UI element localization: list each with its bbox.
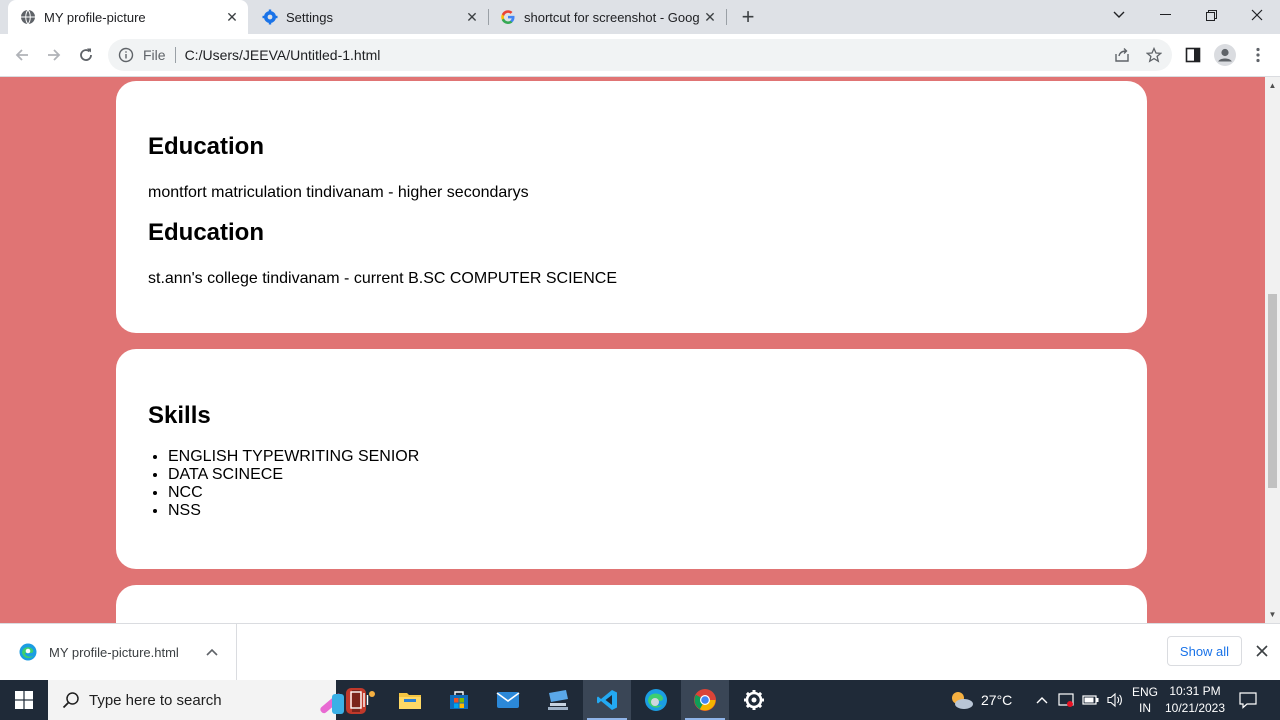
taskbar-search-box[interactable]: Type here to search: [48, 680, 375, 720]
mail-icon: [496, 692, 520, 708]
tab-title: shortcut for screenshot - Google: [524, 9, 700, 25]
vscode-button[interactable]: [583, 680, 631, 720]
windows-start-button[interactable]: [0, 680, 48, 720]
notifications-icon[interactable]: [1236, 680, 1260, 720]
security-tray-icon[interactable]: [1058, 680, 1074, 720]
close-window-button[interactable]: [1234, 0, 1280, 30]
hidden-icons-chevron-icon[interactable]: [1034, 680, 1050, 720]
gear-icon: [262, 9, 278, 25]
omnibox-separator: [174, 47, 176, 63]
skills-list: ENGLISH TYPEWRITING SENIOR DATA SCINECE …: [168, 448, 419, 520]
clock-time: 10:31 PM: [1169, 684, 1221, 698]
tab-title: Settings: [286, 9, 333, 25]
task-view-button[interactable]: [336, 680, 384, 720]
close-tab-icon[interactable]: ✕: [462, 7, 482, 27]
battery-icon[interactable]: [1082, 680, 1100, 720]
url-text[interactable]: C:/Users/JEEVA/Untitled-1.html: [185, 47, 381, 63]
weather-icon: [952, 692, 973, 709]
file-explorer-button[interactable]: [386, 680, 434, 720]
windows-logo-icon: [15, 691, 33, 709]
list-item: DATA SCINECE: [168, 466, 419, 484]
clock[interactable]: 10:31 PM 10/21/2023: [1162, 680, 1228, 720]
share-icon[interactable]: [1113, 46, 1131, 64]
search-icon: [62, 692, 79, 709]
store-button[interactable]: [435, 680, 483, 720]
download-file-name: MY profile-picture.html: [49, 644, 179, 660]
settings-button[interactable]: [730, 680, 778, 720]
list-item: NSS: [168, 502, 419, 520]
task-view-icon: [350, 691, 369, 709]
tab-my-profile-picture[interactable]: MY profile-picture ✕: [8, 0, 248, 34]
download-shelf: MY profile-picture.html Show all: [0, 623, 1280, 680]
edge-button[interactable]: [632, 680, 680, 720]
next-card: [116, 585, 1147, 623]
folder-icon: [399, 693, 421, 709]
profile-avatar-icon[interactable]: [1213, 43, 1237, 67]
clock-date: 10/21/2023: [1164, 701, 1226, 715]
section-heading: Education: [148, 219, 265, 246]
chevron-up-icon[interactable]: [202, 645, 222, 659]
edge-icon: [645, 689, 667, 711]
section-heading: Skills: [148, 402, 211, 429]
page-scrollbar[interactable]: ▲ ▼: [1265, 77, 1280, 623]
tab-separator: [726, 9, 727, 25]
list-item: NCC: [168, 484, 419, 502]
weather-widget[interactable]: 27°C: [948, 680, 1012, 720]
google-icon: [500, 9, 516, 25]
search-placeholder: Type here to search: [89, 691, 222, 709]
scroll-down-icon[interactable]: ▼: [1268, 610, 1277, 619]
side-panel-icon[interactable]: [1181, 43, 1205, 67]
scroll-up-icon[interactable]: ▲: [1268, 81, 1277, 90]
gear-icon: [744, 690, 764, 710]
restore-button[interactable]: [1188, 0, 1234, 30]
section-heading: Education: [148, 133, 265, 160]
download-item[interactable]: MY profile-picture.html: [0, 624, 237, 680]
mail-button[interactable]: [484, 680, 532, 720]
tab-settings[interactable]: Settings ✕: [250, 0, 488, 34]
close-shelf-icon[interactable]: [1252, 641, 1272, 661]
education-entry: st.ann's college tindivanam - current B.…: [148, 270, 617, 287]
address-bar[interactable]: File C:/Users/JEEVA/Untitled-1.html: [108, 39, 1172, 71]
language-code: ENG: [1132, 685, 1159, 699]
vscode-icon: [597, 690, 617, 710]
network-app-icon: [548, 690, 568, 710]
back-button[interactable]: [8, 41, 36, 69]
chrome-button[interactable]: [681, 680, 729, 720]
weather-temperature: 27°C: [981, 692, 1013, 708]
edge-file-icon: [19, 643, 37, 661]
tab-strip: MY profile-picture ✕ Settings ✕ shortcut…: [0, 0, 1280, 34]
region-code: IN: [1139, 701, 1151, 715]
close-tab-icon[interactable]: ✕: [700, 7, 720, 27]
menu-kebab-icon[interactable]: [1246, 43, 1270, 67]
minimize-button[interactable]: [1142, 0, 1188, 30]
close-tab-icon[interactable]: ✕: [222, 7, 242, 27]
store-icon: [450, 691, 468, 709]
app-button[interactable]: [534, 680, 582, 720]
education-card: Education montfort matriculation tindiva…: [116, 81, 1147, 333]
scheme-label: File: [143, 47, 166, 63]
show-all-button[interactable]: Show all: [1167, 636, 1242, 666]
chrome-icon: [694, 689, 716, 711]
input-language[interactable]: ENG IN: [1132, 680, 1158, 720]
bookmark-star-icon[interactable]: [1145, 46, 1163, 64]
scrollbar-thumb[interactable]: [1268, 294, 1277, 488]
page-viewport: Education montfort matriculation tindiva…: [0, 77, 1265, 623]
skills-card: Skills ENGLISH TYPEWRITING SENIOR DATA S…: [116, 349, 1147, 569]
globe-icon: [20, 9, 36, 25]
windows-taskbar: Type here to search 27°C ENG IN 10:31 PM…: [0, 680, 1280, 720]
forward-button[interactable]: [40, 41, 68, 69]
list-item: ENGLISH TYPEWRITING SENIOR: [168, 448, 419, 466]
tab-title: MY profile-picture: [44, 9, 146, 25]
new-tab-button[interactable]: +: [736, 4, 760, 29]
reload-button[interactable]: [72, 41, 100, 69]
tab-search-button[interactable]: [1096, 0, 1142, 30]
volume-icon[interactable]: [1106, 680, 1124, 720]
education-entry: montfort matriculation tindivanam - high…: [148, 184, 529, 201]
info-icon[interactable]: [118, 47, 134, 63]
browser-toolbar: File C:/Users/JEEVA/Untitled-1.html: [0, 34, 1280, 77]
tab-google-search[interactable]: shortcut for screenshot - Google ✕: [488, 0, 726, 34]
